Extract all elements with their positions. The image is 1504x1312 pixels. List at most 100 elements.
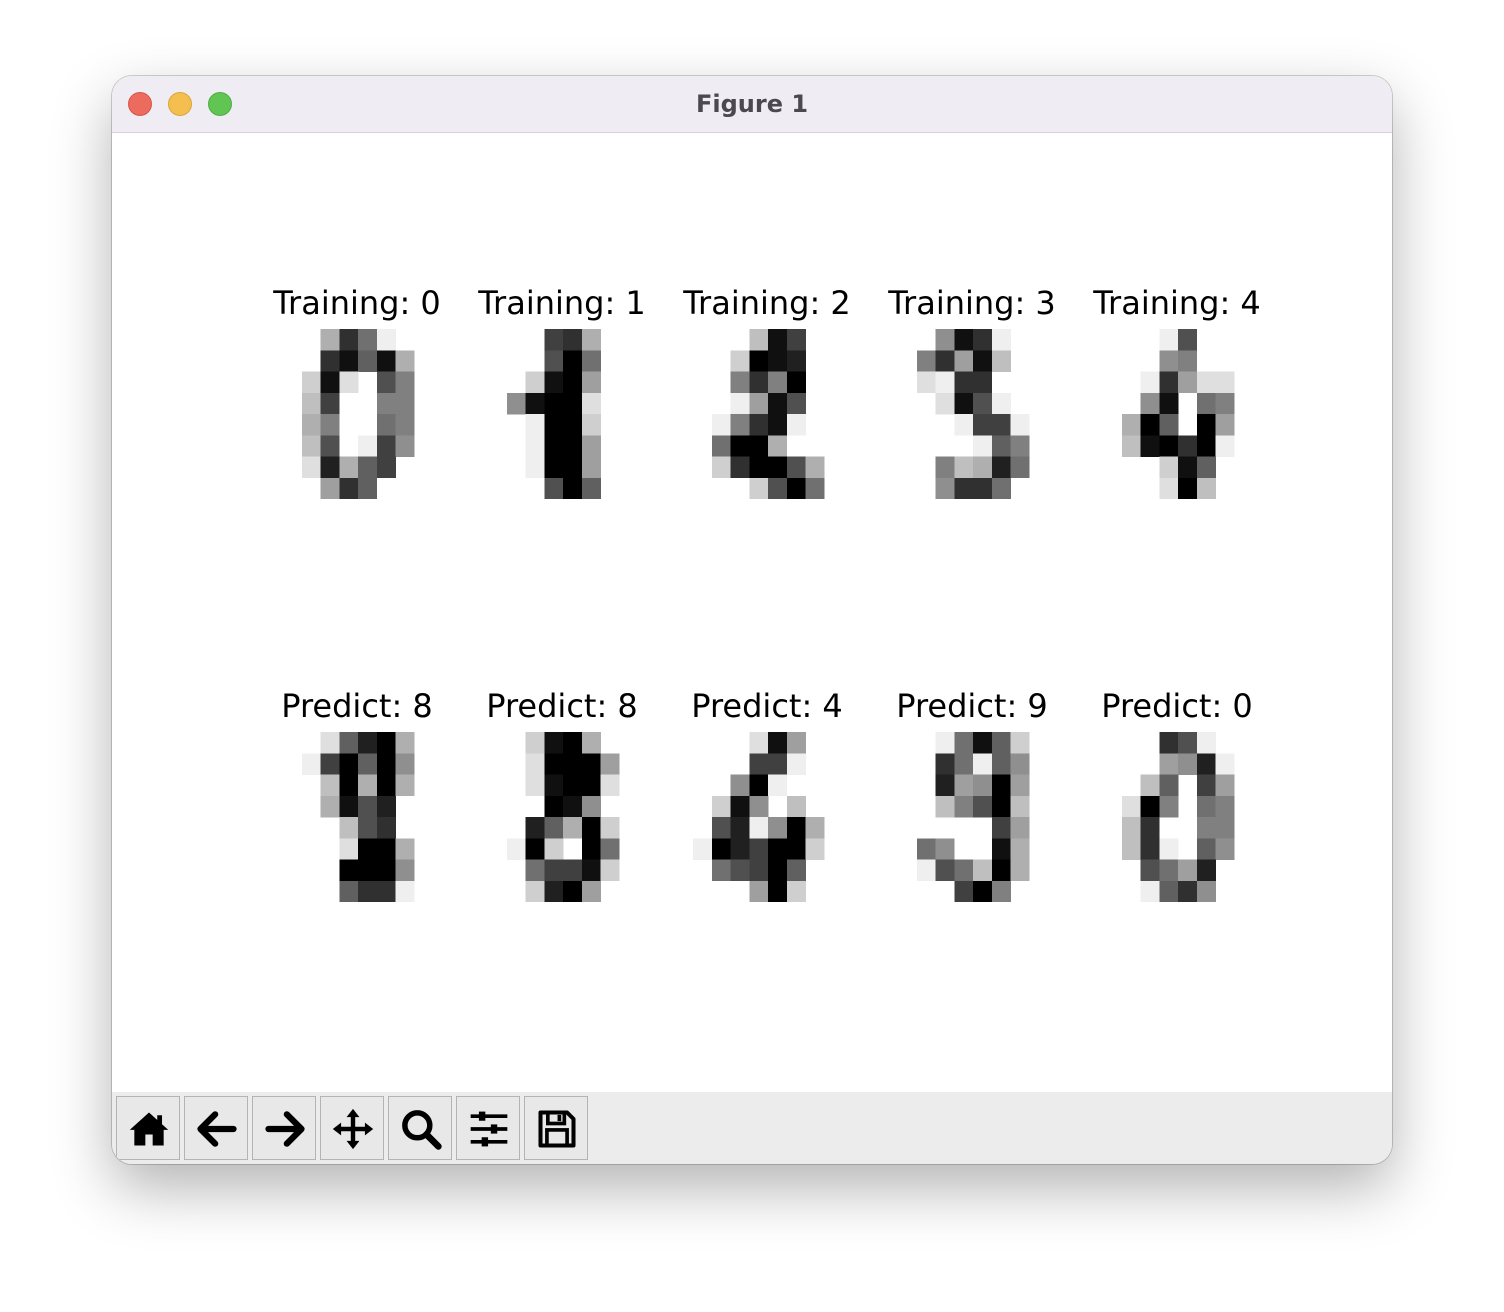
pixel-cell: [544, 371, 564, 394]
arrow-left-icon: [197, 1111, 237, 1147]
pixel-cell: [1178, 732, 1198, 754]
home-button[interactable]: [116, 1096, 180, 1160]
figure-canvas[interactable]: Training: 0 Training: 1 Training: 2 Trai…: [112, 133, 1392, 1091]
pixel-cell: [544, 817, 564, 839]
pixel-cell: [916, 859, 936, 882]
pixel-cell: [600, 859, 620, 882]
pixel-cell: [730, 456, 750, 479]
pixel-cell: [1159, 880, 1179, 902]
pixel-cell: [786, 350, 806, 372]
pixel-cell: [786, 456, 806, 479]
pixel-cell: [395, 371, 415, 394]
forward-button[interactable]: [252, 1096, 316, 1160]
pixel-cell: [1215, 838, 1235, 860]
configure-subplots-button[interactable]: [456, 1096, 520, 1160]
digit-image: [1121, 732, 1235, 902]
pixel-cell: [749, 880, 769, 902]
subplot-title: Predict: 8: [486, 687, 638, 725]
pixel-cell: [320, 414, 340, 436]
pixel-cell: [786, 838, 806, 860]
pixel-cell: [973, 371, 993, 394]
pixel-cell: [973, 795, 993, 818]
pixel-cell: [525, 732, 545, 754]
pixel-cell: [786, 880, 806, 902]
pixel-cell: [563, 477, 583, 499]
pixel-cell: [1196, 371, 1216, 394]
pixel-cell: [749, 477, 769, 499]
pixel-cell: [358, 732, 378, 754]
pixel-cell: [358, 859, 378, 882]
pixel-cell: [1178, 350, 1198, 372]
pixel-cell: [395, 732, 415, 754]
digit-image: [693, 732, 825, 902]
pixel-cell: [1140, 838, 1160, 860]
pixel-cell: [1010, 817, 1030, 839]
pixel-cell: [1159, 414, 1179, 436]
pixel-cell: [991, 456, 1011, 479]
pixel-cell: [954, 753, 974, 775]
pixel-cell: [563, 732, 583, 754]
pixel-cell: [1159, 392, 1179, 415]
pixel-cell: [376, 838, 396, 860]
pixel-cell: [544, 392, 564, 415]
pixel-cell: [991, 435, 1011, 457]
pixel-cell: [376, 732, 396, 754]
pixel-cell: [395, 859, 415, 882]
pixel-cell: [1196, 477, 1216, 499]
pixel-cell: [973, 435, 993, 457]
pixel-cell: [711, 859, 731, 882]
pixel-cell: [1196, 414, 1216, 436]
save-button[interactable]: [524, 1096, 588, 1160]
pixel-cell: [1196, 456, 1216, 479]
pixel-cell: [376, 392, 396, 415]
pixel-cell: [1140, 435, 1160, 457]
pixel-cell: [1140, 880, 1160, 902]
pixel-cell: [395, 392, 415, 415]
pixel-cell: [544, 732, 564, 754]
pixel-cell: [358, 477, 378, 499]
pixel-cell: [954, 456, 974, 479]
pixel-cell: [711, 795, 731, 818]
pixel-cell: [395, 350, 415, 372]
pixel-cell: [935, 774, 955, 797]
pixel-cell: [1196, 838, 1216, 860]
pixel-cell: [1159, 456, 1179, 479]
pixel-cell: [581, 732, 601, 754]
pixel-cell: [786, 414, 806, 436]
pixel-cell: [711, 838, 731, 860]
pixel-cell: [339, 732, 359, 754]
pixel-cell: [376, 774, 396, 797]
navigation-toolbar: [112, 1092, 1392, 1164]
pixel-cell: [563, 392, 583, 415]
pixel-cell: [376, 414, 396, 436]
pixel-cell: [301, 753, 321, 775]
pixel-cell: [358, 880, 378, 902]
pixel-cell: [525, 435, 545, 457]
pan-button[interactable]: [320, 1096, 384, 1160]
magnifier-icon: [402, 1110, 442, 1150]
pixel-cell: [973, 414, 993, 436]
pixel-cell: [1159, 477, 1179, 499]
pixel-cell: [749, 392, 769, 415]
pixel-cell: [768, 350, 788, 372]
pixel-cell: [730, 350, 750, 372]
back-button[interactable]: [184, 1096, 248, 1160]
pixel-cell: [581, 859, 601, 882]
pixel-cell: [544, 477, 564, 499]
pixel-cell: [991, 753, 1011, 775]
pixel-cell: [954, 329, 974, 351]
pixel-cell: [525, 456, 545, 479]
pixel-cell: [711, 456, 731, 479]
pixel-cell: [954, 371, 974, 394]
pixel-cell: [786, 732, 806, 754]
pixel-cell: [1010, 414, 1030, 436]
pixel-cell: [544, 838, 564, 860]
pixel-cell: [768, 859, 788, 882]
digit-image: [301, 732, 415, 902]
pixel-cell: [1010, 795, 1030, 818]
zoom-button[interactable]: [388, 1096, 452, 1160]
pixel-cell: [730, 392, 750, 415]
pixel-cell: [581, 435, 601, 457]
pixel-cell: [991, 350, 1011, 372]
pixel-cell: [991, 732, 1011, 754]
